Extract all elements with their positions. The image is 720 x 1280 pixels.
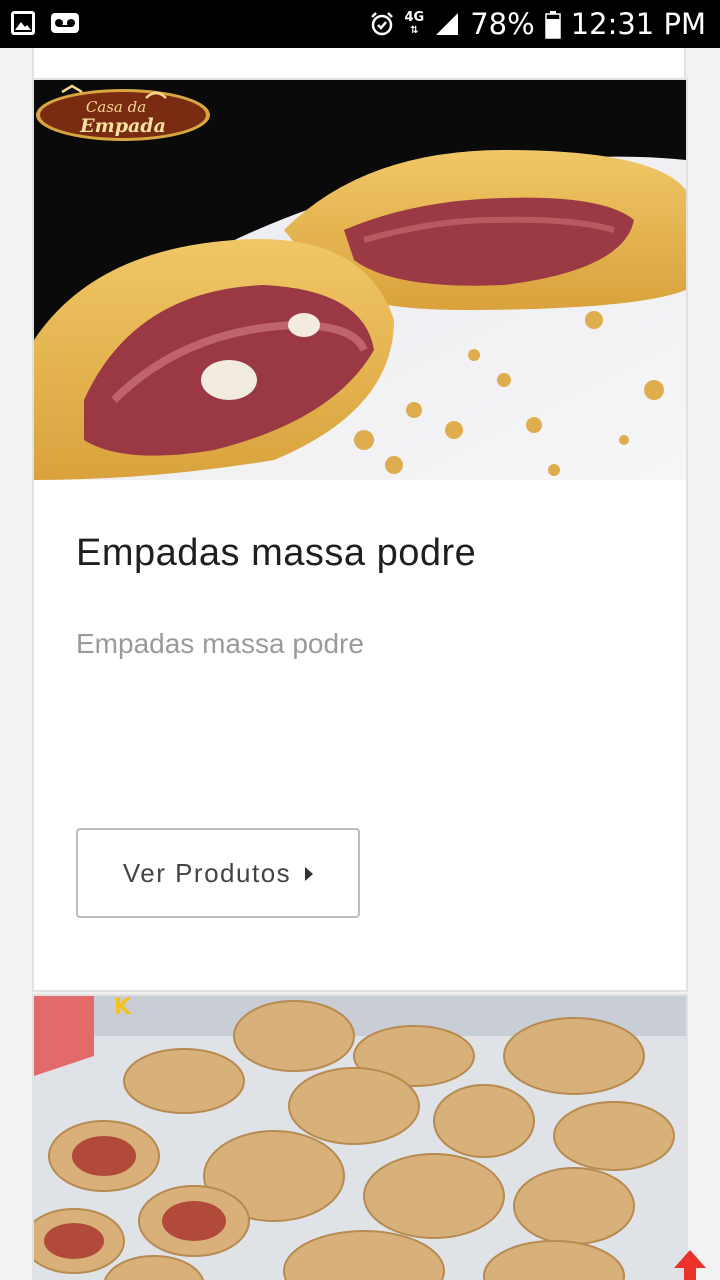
product-description: Empadas massa podre (76, 628, 364, 659)
ver-produtos-label: Ver Produtos (122, 857, 292, 888)
product-title: Empadas massa podre (76, 532, 477, 574)
signal-icon (434, 11, 460, 37)
clock: 12:31 PM (570, 7, 706, 41)
logo-text-top: Casa da (86, 98, 146, 116)
alarm-icon (369, 11, 395, 37)
voicemail-icon (50, 10, 80, 36)
ver-produtos-button[interactable]: Ver Produtos (76, 828, 360, 918)
battery-percent: 78% (470, 7, 535, 41)
image-icon (10, 10, 36, 36)
product-card-next[interactable]: K (32, 994, 688, 1280)
status-bar: 4G ⇅ 78% 12:31 PM (0, 0, 720, 48)
product-image[interactable]: Casa da Empada (34, 80, 686, 480)
salgados-photo: K (34, 996, 686, 1280)
arrow-up-icon[interactable] (672, 1248, 708, 1280)
page-content: Casa da Empada Empadas massa podre Empad… (0, 48, 720, 1280)
caret-right-icon (305, 867, 314, 881)
brand-logo: Casa da Empada (34, 84, 212, 142)
network-type: 4G ⇅ (404, 9, 425, 36)
battery-icon (544, 11, 561, 39)
product-card: Casa da Empada Empadas massa podre Empad… (32, 78, 688, 992)
svg-text:K: K (114, 996, 132, 1020)
logo-text-bottom: Empada (79, 115, 166, 137)
